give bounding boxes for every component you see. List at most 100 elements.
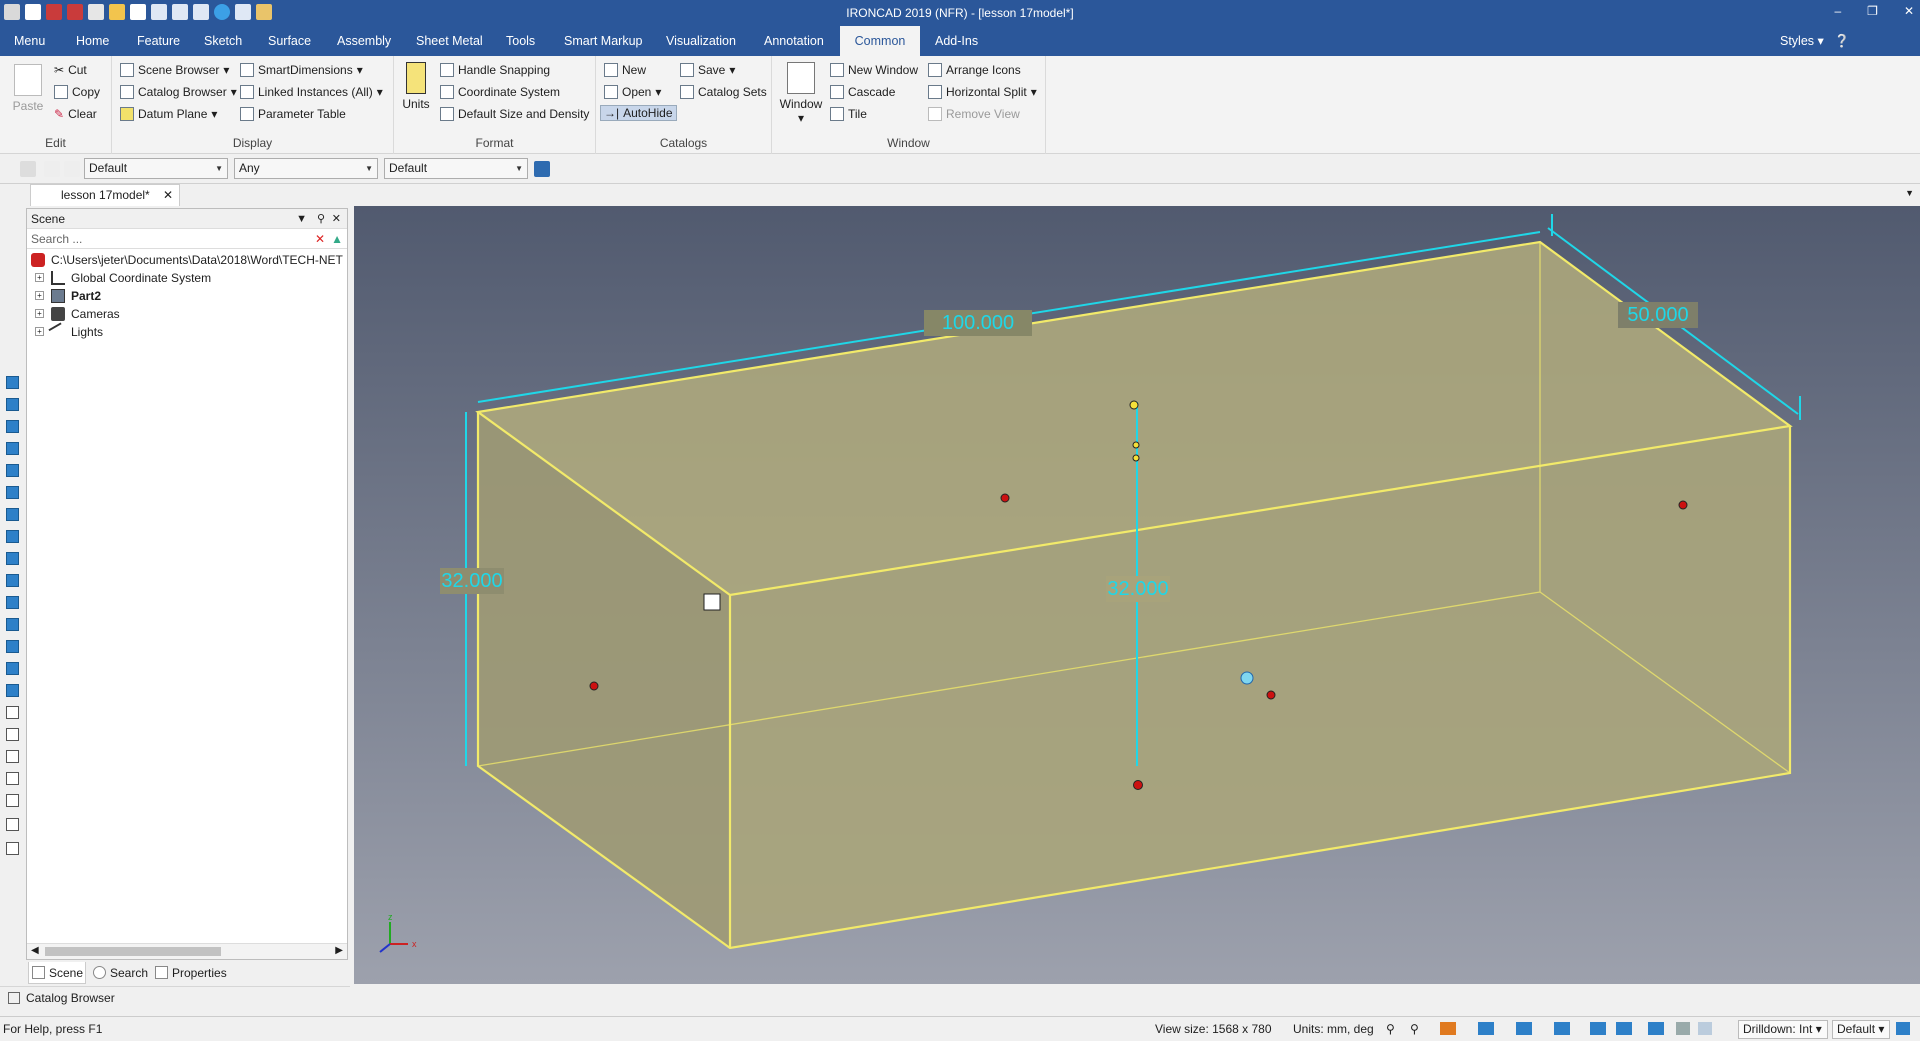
panel-tab-scene[interactable]: Scene [28, 962, 86, 984]
arrange-icons-button[interactable]: Arrange Icons [928, 63, 1021, 77]
close-panel-icon[interactable]: ✕ [332, 209, 341, 229]
tab-assembly[interactable]: Assembly [327, 26, 401, 56]
tool-icon-13[interactable] [6, 640, 19, 653]
tool-icon-20[interactable] [6, 794, 19, 807]
tab-add-ins[interactable]: Add-Ins [925, 26, 988, 56]
tool-icon-5[interactable] [6, 464, 19, 477]
tab-tools[interactable]: Tools [496, 26, 545, 56]
cut-button[interactable]: ✂ Cut [54, 63, 87, 77]
cursor-icon[interactable] [44, 161, 60, 177]
filter-icon[interactable] [64, 161, 80, 177]
handle-snapping-button[interactable]: Handle Snapping [440, 63, 550, 77]
hierarchy-status-icon[interactable] [1896, 1022, 1910, 1035]
tile-button[interactable]: Tile [830, 107, 867, 121]
tab-smart-markup[interactable]: Smart Markup [554, 26, 653, 56]
remove-view-button[interactable]: Remove View [928, 107, 1020, 121]
tool-icon-14[interactable] [6, 662, 19, 675]
tree-item-global-coordinate-system[interactable]: + Global Coordinate System [27, 269, 347, 287]
material-combo[interactable]: Default ▼ [384, 158, 528, 179]
scene-search-field[interactable]: Search ... ✕ ▲ [27, 229, 347, 249]
tree-item-part2[interactable]: + Part2 [27, 287, 347, 305]
tool-icon-8[interactable] [6, 530, 19, 543]
linked-instances-button[interactable]: Linked Instances (All) ▾ [240, 85, 383, 99]
view-icon[interactable] [1516, 1022, 1532, 1035]
3d-viewport[interactable]: 100.000 50.000 32.000 32.000 z x [354, 206, 1920, 984]
tool-icon-18[interactable] [6, 750, 19, 763]
dimension-height-left[interactable]: 32.000 [441, 570, 502, 592]
dimension-length[interactable]: 100.000 [942, 312, 1014, 334]
tool-icon-21[interactable] [6, 818, 19, 831]
paste-button[interactable]: Paste [10, 64, 46, 113]
style-dropdown[interactable]: Default ▾ [1832, 1020, 1890, 1039]
cascade-button[interactable]: Cascade [830, 85, 895, 99]
close-tab-icon[interactable]: ✕ [163, 185, 173, 205]
scroll-left-icon[interactable]: ◀ [31, 945, 39, 956]
catalog-new-button[interactable]: New [604, 63, 646, 77]
catalog-open-button[interactable]: Open ▾ [604, 85, 661, 99]
tree-item-lights[interactable]: + Lights [27, 322, 347, 342]
scroll-right-icon[interactable]: ▶ [335, 945, 343, 956]
tool-icon-6[interactable] [6, 486, 19, 499]
orient-icon[interactable] [1648, 1022, 1664, 1035]
perspective-icon[interactable] [1554, 1022, 1570, 1035]
dropdown-icon[interactable]: ▼ [296, 209, 307, 229]
expand-icon[interactable]: + [35, 309, 44, 318]
tab-common[interactable]: Common [840, 26, 920, 56]
horizontal-scrollbar[interactable]: ◀ ▶ [27, 943, 347, 959]
scene-canvas[interactable]: 100.000 50.000 32.000 32.000 z x [354, 206, 1920, 984]
hierarchy-icon[interactable] [534, 161, 550, 177]
scene-browser-button[interactable]: Scene Browser ▾ [120, 63, 229, 77]
tab-home[interactable]: Home [66, 26, 119, 56]
horizontal-split-button[interactable]: Horizontal Split ▾ [928, 85, 1037, 99]
window-button[interactable]: Window ▾ [778, 62, 824, 125]
datum-plane-button[interactable]: Datum Plane ▾ [120, 107, 217, 121]
filter-combo[interactable]: Any ▼ [234, 158, 378, 179]
tool-icon-16[interactable] [6, 706, 19, 719]
expand-icon[interactable]: + [35, 327, 44, 336]
shade-icon[interactable] [1440, 1022, 1456, 1035]
tab-menu[interactable]: Menu [4, 26, 55, 56]
select-tool-icon[interactable] [20, 161, 36, 177]
tool-icon-10[interactable] [6, 574, 19, 587]
document-tab[interactable]: lesson 17model* ✕ [30, 184, 180, 206]
select-mode-icon[interactable] [1698, 1022, 1712, 1035]
tool-icon-19[interactable] [6, 772, 19, 785]
tool-icon-15[interactable] [6, 684, 19, 697]
dimension-width[interactable]: 50.000 [1627, 304, 1688, 326]
tool-icon-9[interactable] [6, 552, 19, 565]
zoom-icon[interactable]: ⚲ [1386, 1022, 1395, 1036]
tool-icon-4[interactable] [6, 442, 19, 455]
render-icon[interactable] [1478, 1022, 1494, 1035]
drilldown-dropdown[interactable]: Drilldown: Int ▾ [1738, 1020, 1828, 1039]
tab-surface[interactable]: Surface [258, 26, 321, 56]
catalog-sets-button[interactable]: Catalog Sets [680, 85, 767, 99]
clear-search-icon[interactable]: ✕ [315, 229, 325, 249]
tab-list-chevron-icon[interactable]: ▼ [1905, 188, 1914, 198]
style-combo[interactable]: Default ▼ [84, 158, 228, 179]
tab-visualization[interactable]: Visualization [656, 26, 746, 56]
coordinate-system-button[interactable]: Coordinate System [440, 85, 560, 99]
tool-icon-11[interactable] [6, 596, 19, 609]
parameter-table-button[interactable]: Parameter Table [240, 107, 346, 121]
copy-button[interactable]: Copy [54, 85, 100, 99]
pin-panel-icon[interactable]: ⚲ [317, 209, 325, 229]
tool-icon-12[interactable] [6, 618, 19, 631]
dimension-height-center[interactable]: 32.000 [1107, 578, 1168, 600]
scroll-thumb[interactable] [45, 947, 221, 956]
catalog-browser-button[interactable]: Catalog Browser ▾ [120, 85, 237, 99]
tool-icon-3[interactable] [6, 420, 19, 433]
close-icon[interactable]: ✕ [1904, 4, 1914, 18]
search-options-icon[interactable]: ▲ [331, 229, 343, 249]
minimize-icon[interactable]: – [1834, 4, 1841, 18]
tab-annotation[interactable]: Annotation [754, 26, 834, 56]
panel-tab-search[interactable]: Search [90, 962, 148, 984]
autohide-button[interactable]: →| AutoHide [600, 105, 677, 121]
camera-view-icon[interactable] [1616, 1022, 1632, 1035]
tab-feature[interactable]: Feature [127, 26, 190, 56]
tree-item-cameras[interactable]: + Cameras [27, 305, 347, 323]
expand-icon[interactable]: + [35, 291, 44, 300]
tool-icon-7[interactable] [6, 508, 19, 521]
tree-root[interactable]: C:\Users\jeter\Documents\Data\2018\Word\… [27, 251, 347, 269]
maximize-icon[interactable]: ❐ [1867, 4, 1878, 18]
smart-dimensions-button[interactable]: SmartDimensions ▾ [240, 63, 363, 77]
